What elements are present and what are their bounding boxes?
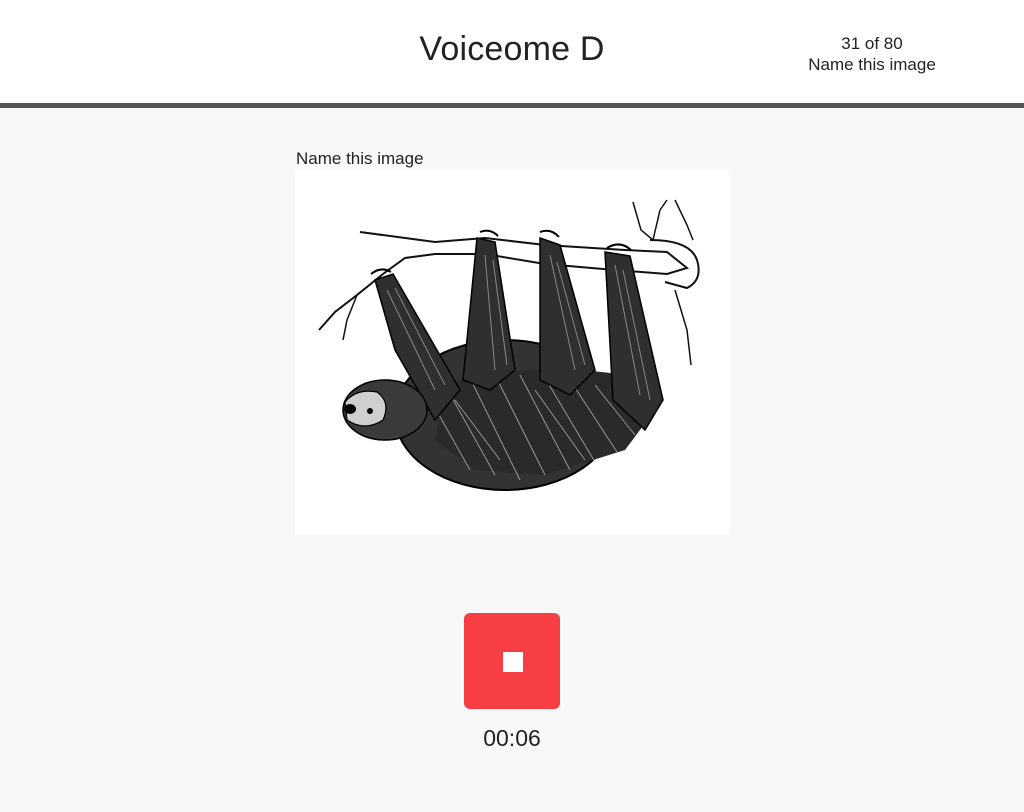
progress-counter: 31 of 80 bbox=[841, 34, 903, 53]
prompt-label: Name this image bbox=[296, 149, 424, 168]
task-area: Name this image 00:06 bbox=[0, 108, 1024, 812]
recording-timer: 00:06 bbox=[483, 725, 541, 751]
app-header: Voiceome D 31 of 80 Name this image bbox=[0, 0, 1024, 108]
sloth-image bbox=[295, 170, 730, 535]
progress-indicator: 31 of 80 Name this image bbox=[802, 33, 942, 75]
progress-task-name: Name this image bbox=[808, 55, 936, 74]
stop-recording-button[interactable] bbox=[464, 613, 560, 709]
stop-icon bbox=[503, 652, 523, 672]
